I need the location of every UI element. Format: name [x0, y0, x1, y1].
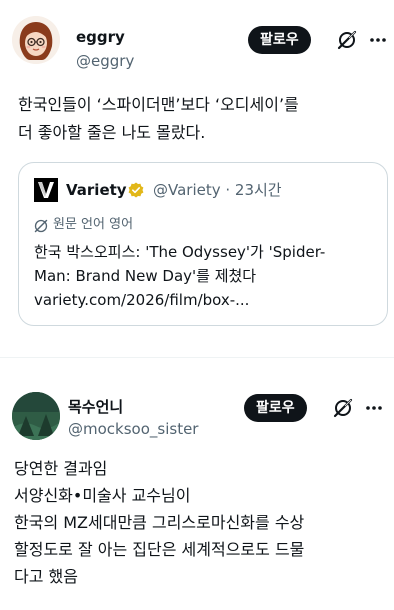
translated-from-label: 원문 언어 영어 — [53, 217, 134, 232]
more-icon[interactable] — [368, 30, 388, 50]
follow-button[interactable]: 팔로우 — [244, 394, 307, 422]
post-text-line: 서양신화•미술사 교수님이 — [14, 486, 191, 505]
quote-text-line: Man: Brand New Day'를 제쳤다 — [34, 267, 257, 285]
post-text-line: 한국인들이 ‘스파이더맨’보다 ‘오디세이’를 — [18, 95, 299, 114]
variety-logo-icon — [34, 178, 58, 202]
quote-link[interactable]: variety.com/2026/film/box-... — [34, 288, 249, 312]
author-name[interactable]: eggry — [76, 28, 125, 46]
post-text-line: 더 좋아할 줄은 나도 몰랐다. — [18, 123, 206, 142]
post-text-line: 한국의 MZ세대만큼 그리스로마신화를 수상 — [14, 513, 305, 532]
translate-icon — [34, 218, 48, 233]
grok-icon[interactable] — [336, 29, 358, 51]
post-divider — [0, 357, 394, 358]
verified-badge-icon — [128, 182, 144, 198]
quote-card[interactable]: Variety @Variety · 23시간 원문 언어 영어 한국 박스오피… — [18, 162, 388, 326]
post-text: 당연한 결과임 서양신화•미술사 교수님이 한국의 MZ세대만큼 그리스로마신화… — [14, 455, 304, 590]
quote-handle-time: @Variety · 23시간 — [153, 181, 282, 199]
post-text-line: 다고 했음 — [14, 567, 78, 586]
author-handle[interactable]: @eggry — [76, 52, 134, 70]
avatar[interactable] — [12, 392, 60, 440]
post-text: 한국인들이 ‘스파이더맨’보다 ‘오디세이’를 더 좋아할 줄은 나도 몰랐다. — [18, 91, 299, 147]
author-name[interactable]: 목수언니 — [68, 398, 123, 416]
quote-author-name[interactable]: Variety — [66, 180, 127, 200]
quote-text-line: 한국 박스오피스: 'The Odyssey'가 'Spider- — [34, 243, 326, 261]
post-text-line: 당연한 결과임 — [14, 459, 108, 478]
quote-text: 한국 박스오피스: 'The Odyssey'가 'Spider- Man: B… — [34, 240, 325, 288]
post-mocksoo-sister[interactable]: 목수언니 @mocksoo_sister 팔로우 당연한 결과임 서양신화•미술… — [0, 378, 394, 610]
author-handle[interactable]: @mocksoo_sister — [68, 420, 198, 438]
avatar[interactable] — [12, 16, 60, 64]
more-icon[interactable] — [364, 398, 384, 418]
grok-icon[interactable] — [332, 397, 354, 419]
post-text-line: 할정도로 잘 아는 집단은 세계적으로도 드물 — [14, 540, 305, 559]
follow-button[interactable]: 팔로우 — [248, 26, 311, 54]
post-eggry[interactable]: eggry @eggry 팔로우 한국인들이 ‘스파이더맨’보다 ‘오디세이’를… — [0, 0, 394, 350]
